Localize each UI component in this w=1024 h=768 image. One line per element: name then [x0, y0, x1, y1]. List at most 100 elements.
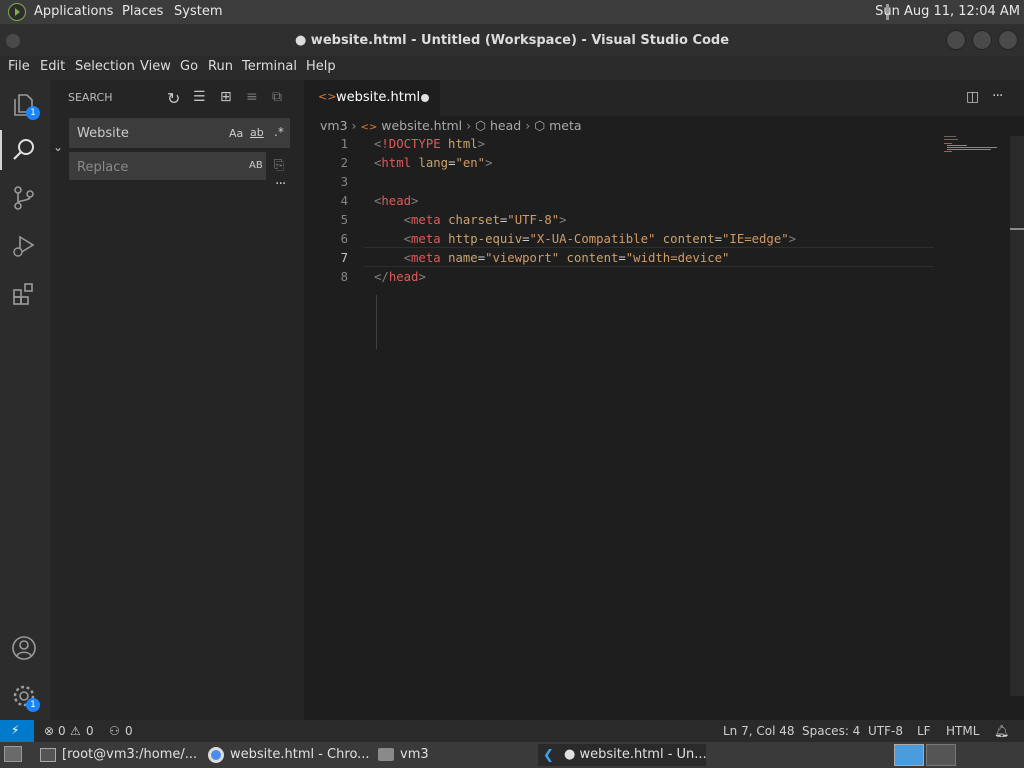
line-text: <head> — [374, 194, 419, 208]
ports-count[interactable]: 0 — [125, 724, 133, 738]
error-count[interactable]: 0 — [58, 724, 66, 738]
code-line[interactable]: 5 <meta charset="UTF-8"> — [304, 213, 944, 232]
task-vscode[interactable]: ❮ ● website.html - Un... — [538, 744, 707, 766]
workspace-switcher[interactable] — [894, 744, 924, 766]
line-number: 1 — [340, 137, 348, 151]
match-case-icon[interactable]: Aa — [229, 127, 243, 140]
workspace-switcher-2[interactable] — [926, 744, 956, 766]
clear-results-icon[interactable]: ☰ — [193, 89, 206, 105]
applications-menu[interactable]: Applications — [34, 4, 113, 19]
run-debug-icon[interactable] — [10, 232, 40, 262]
match-whole-word-icon[interactable]: ab — [250, 126, 264, 139]
editor-more-actions-icon[interactable]: ··· — [992, 88, 1003, 104]
show-desktop-icon[interactable] — [4, 746, 22, 762]
replace-all-icon[interactable]: ⎘ — [274, 158, 284, 173]
replace-placeholder: Replace — [77, 160, 129, 175]
encoding[interactable]: UTF-8 — [868, 724, 903, 738]
breadcrumb-element-icon: ⬡ — [475, 118, 487, 133]
collapse-all-icon[interactable]: ⧉ — [272, 89, 282, 105]
code-line[interactable]: 4 <head> — [304, 194, 944, 213]
current-line-highlight — [364, 247, 934, 267]
window-title: ● website.html - Untitled (Workspace) - … — [294, 33, 730, 48]
search-input[interactable]: Website Aa ab .* — [69, 118, 290, 148]
vertical-scrollbar[interactable] — [1010, 136, 1024, 696]
line-number: 6 — [340, 232, 348, 246]
menu-selection[interactable]: Selection — [75, 59, 135, 74]
preserve-case-icon[interactable]: AB — [249, 160, 263, 171]
code-line[interactable]: 2 <html lang="en"> — [304, 156, 944, 175]
explorer-icon[interactable]: 1 — [10, 90, 40, 120]
places-menu[interactable]: Places — [122, 4, 163, 19]
manage-gear-icon[interactable]: 1 — [10, 682, 40, 712]
line-text: <meta http-equiv="X-UA-Compatible" conte… — [403, 232, 797, 246]
line-number: 8 — [340, 270, 348, 284]
menubar: File Edit Selection View Go Run Terminal… — [0, 56, 1024, 80]
menu-help[interactable]: Help — [306, 59, 336, 74]
window-titlebar[interactable]: ● website.html - Untitled (Workspace) - … — [0, 24, 1024, 56]
maximize-button[interactable] — [972, 30, 992, 50]
task-files[interactable]: vm3 — [374, 744, 534, 766]
search-icon[interactable] — [10, 136, 40, 166]
menu-run[interactable]: Run — [208, 59, 233, 74]
breadcrumb-separator-icon: › — [525, 118, 535, 133]
remote-indicator[interactable]: ⚡ — [0, 720, 34, 742]
source-control-icon[interactable] — [10, 184, 40, 214]
search-input-value: Website — [77, 126, 129, 141]
system-menu[interactable]: System — [174, 4, 222, 19]
minimap[interactable] — [940, 136, 1000, 156]
menu-terminal[interactable]: Terminal — [242, 59, 297, 74]
error-icon[interactable]: ⊗ — [44, 724, 54, 738]
language-mode[interactable]: HTML — [946, 724, 979, 738]
new-search-editor-icon[interactable]: ⊞ — [220, 89, 232, 105]
menu-file[interactable]: File — [8, 59, 30, 74]
breadcrumb-separator-icon: › — [466, 118, 476, 133]
breadcrumb-meta[interactable]: meta — [549, 118, 581, 133]
code-line[interactable]: 3 — [304, 175, 944, 194]
toggle-replace-chevron-icon[interactable]: ⌄ — [53, 140, 63, 154]
cursor-position[interactable]: Ln 7, Col 48 — [723, 724, 795, 738]
refresh-icon[interactable]: ↻ — [167, 89, 180, 108]
code-line[interactable]: 8 </head> — [304, 270, 944, 289]
warning-count[interactable]: 0 — [86, 724, 94, 738]
tab-website-html[interactable]: <> website.html — [304, 80, 440, 116]
menu-view[interactable]: View — [140, 59, 171, 74]
terminal-icon — [40, 748, 56, 762]
gnome-foot-icon[interactable] — [8, 3, 26, 21]
replace-input[interactable]: Replace AB — [69, 152, 266, 180]
chrome-icon — [208, 747, 224, 763]
breadcrumb-head[interactable]: head — [490, 118, 521, 133]
task-files-label: vm3 — [400, 747, 429, 762]
task-vscode-label: ● website.html - Un... — [564, 747, 707, 762]
close-button[interactable] — [998, 30, 1018, 50]
menu-edit[interactable]: Edit — [40, 59, 65, 74]
minimize-button[interactable] — [946, 30, 966, 50]
breadcrumb-element-icon: ⬡ — [534, 118, 546, 133]
indent-guide — [376, 295, 377, 349]
breadcrumb-folder[interactable]: vm3 — [320, 118, 348, 133]
use-regex-icon[interactable]: .* — [274, 125, 284, 139]
clock[interactable]: Sun Aug 11, 12:04 AM — [875, 4, 1020, 19]
status-bar: ⚡ ⊗ 0 ⚠ 0 ⚇ 0 Ln 7, Col 48 Spaces: 4 UTF… — [0, 720, 1024, 742]
ports-icon[interactable]: ⚇ — [109, 724, 120, 738]
accounts-icon[interactable] — [10, 634, 40, 664]
line-number: 5 — [340, 213, 348, 227]
code-line[interactable]: 1 <!DOCTYPE html> — [304, 137, 944, 156]
tab-bar: <> website.html ◫ ··· — [304, 80, 1024, 116]
notifications-bell-icon[interactable]: 🔔︎ — [994, 724, 1009, 738]
task-chrome-label: website.html - Chro... — [230, 747, 370, 762]
end-of-line[interactable]: LF — [917, 724, 931, 738]
tab-label: website.html — [336, 90, 421, 105]
task-chrome[interactable]: website.html - Chro... — [204, 744, 370, 766]
extensions-icon[interactable] — [10, 280, 40, 310]
split-editor-icon[interactable]: ◫ — [966, 89, 979, 105]
warning-icon[interactable]: ⚠ — [70, 724, 81, 738]
menu-go[interactable]: Go — [180, 59, 198, 74]
task-terminal[interactable]: [root@vm3:/home/... — [36, 744, 200, 766]
unsaved-dot-icon[interactable] — [421, 94, 429, 102]
view-as-tree-icon[interactable]: ≡ — [246, 89, 258, 105]
indentation[interactable]: Spaces: 4 — [802, 724, 860, 738]
breadcrumb-file[interactable]: website.html — [381, 118, 462, 133]
more-options-icon[interactable]: ··· — [275, 176, 286, 192]
search-sidebar: SEARCH ↻ ☰ ⊞ ≡ ⧉ ⌄ Website Aa ab .* Repl… — [50, 80, 304, 720]
explorer-badge: 1 — [26, 106, 40, 120]
